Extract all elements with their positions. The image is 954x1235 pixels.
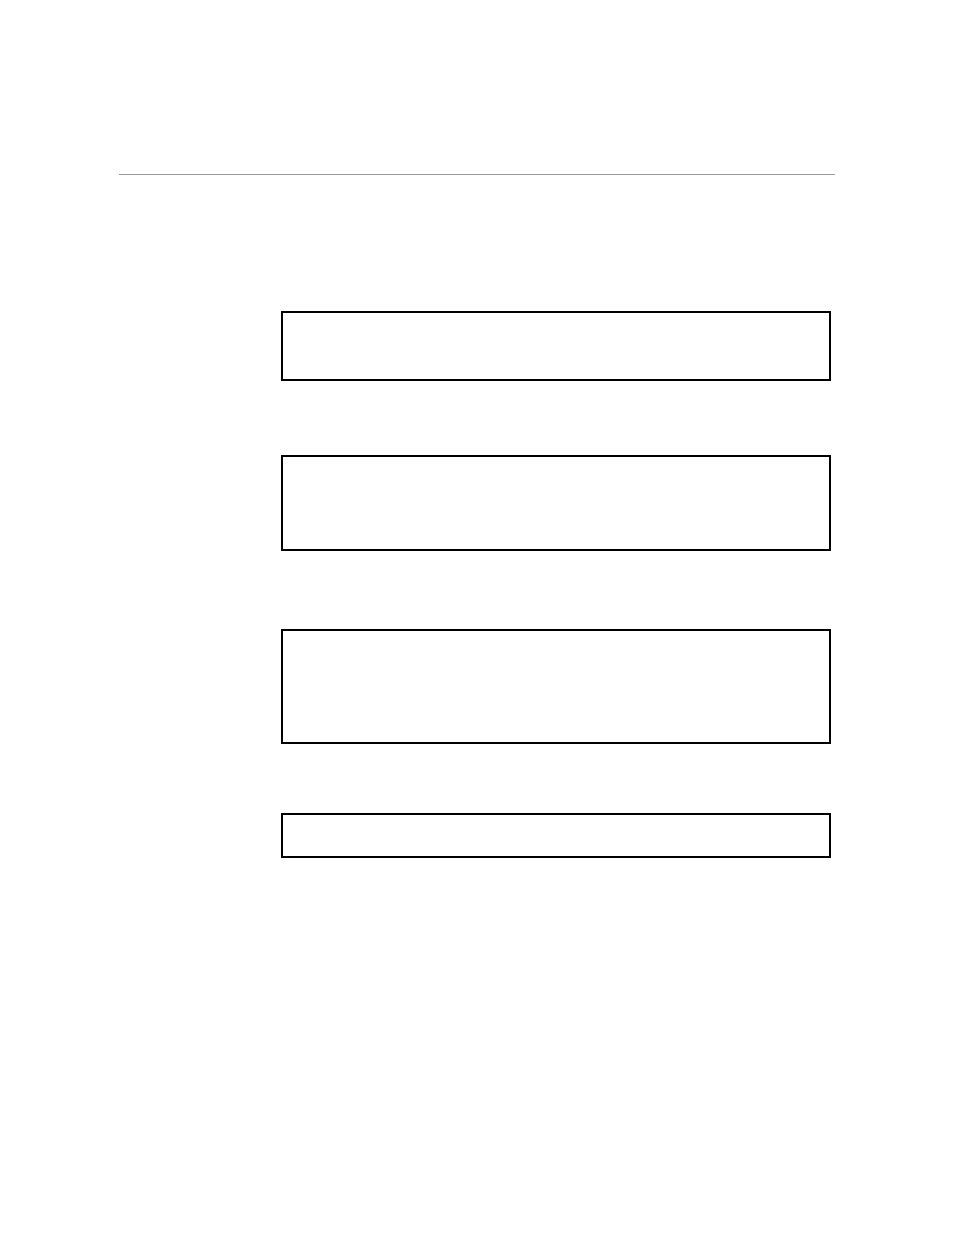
content-box-1 [281, 311, 831, 381]
content-box-2 [281, 455, 831, 551]
content-box-4 [281, 813, 831, 858]
horizontal-divider [119, 174, 835, 175]
content-box-3 [281, 629, 831, 744]
